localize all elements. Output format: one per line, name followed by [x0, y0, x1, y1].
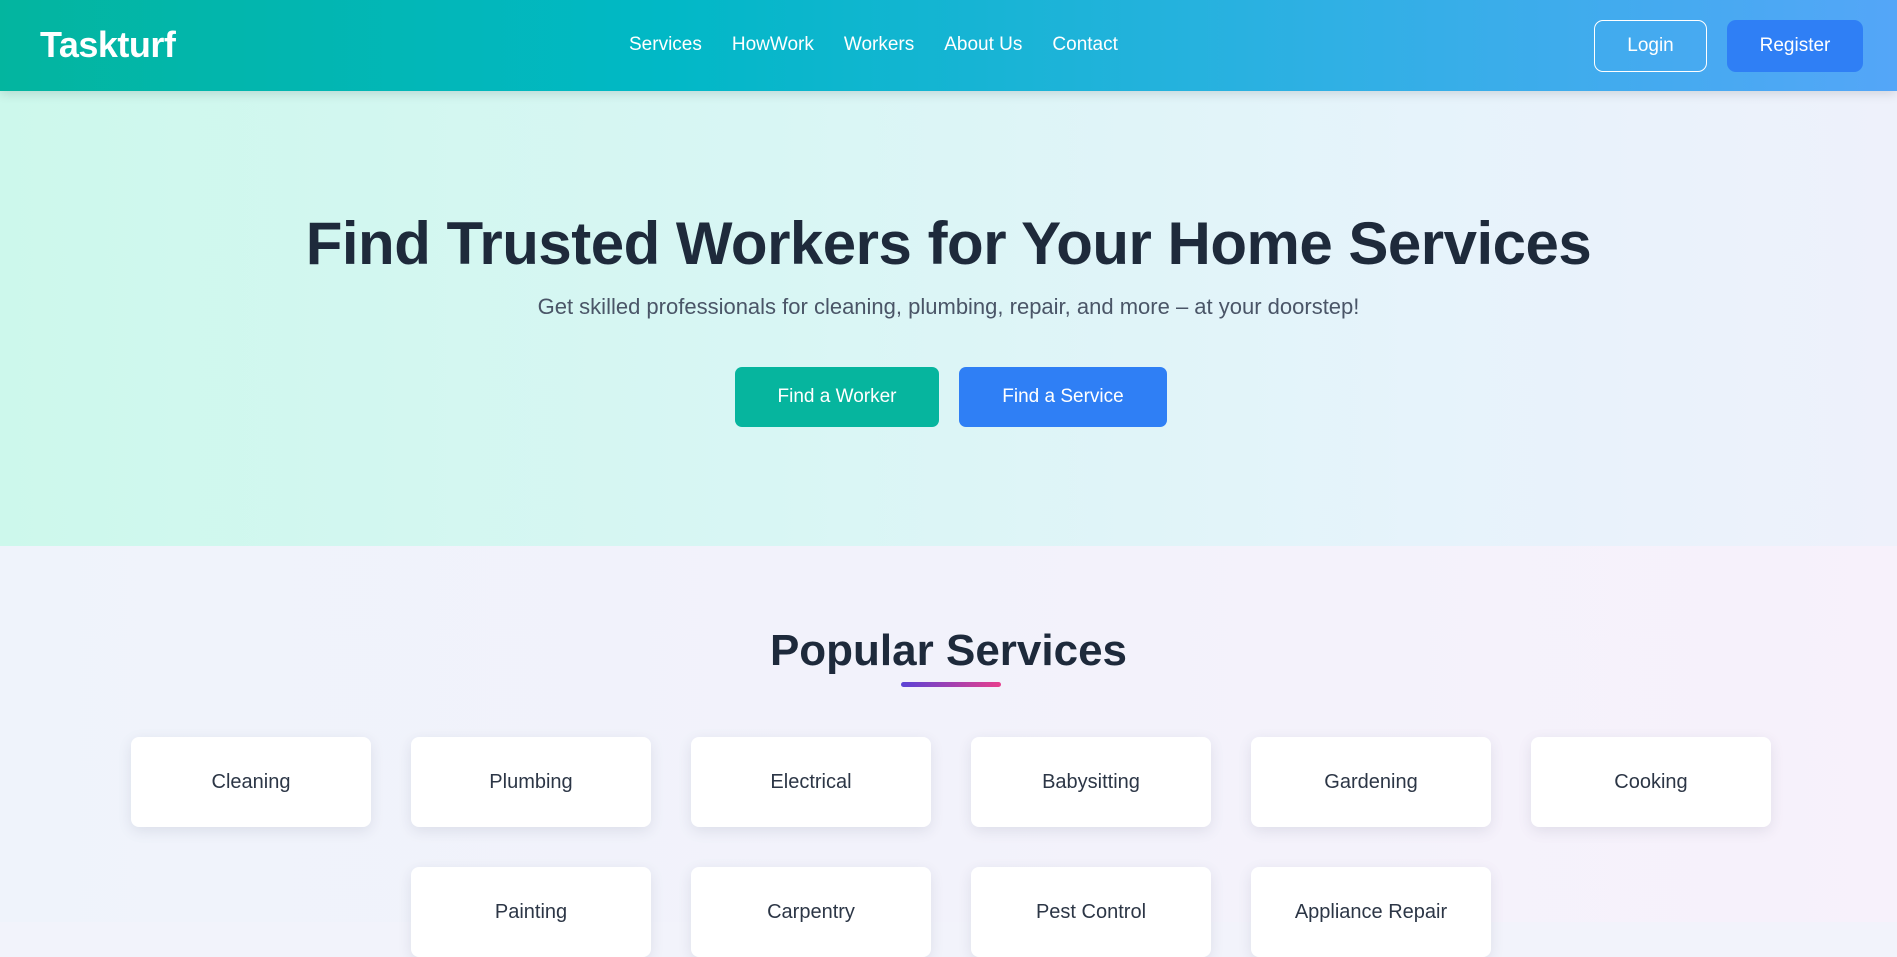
service-card-cooking[interactable]: Cooking	[1531, 737, 1771, 827]
register-button[interactable]: Register	[1727, 20, 1863, 72]
hero-section: Find Trusted Workers for Your Home Servi…	[0, 91, 1897, 546]
nav-link-how-work[interactable]: HowWork	[732, 34, 814, 56]
service-card-appliance-repair[interactable]: Appliance Repair	[1251, 867, 1491, 957]
main-nav: Services HowWork Workers About Us Contac…	[629, 34, 1118, 56]
top-navbar: Taskturf Services HowWork Workers About …	[0, 0, 1897, 91]
service-card-electrical[interactable]: Electrical	[691, 737, 931, 827]
service-card-painting[interactable]: Painting	[411, 867, 651, 957]
find-worker-button[interactable]: Find a Worker	[735, 367, 939, 427]
section-title: Popular Services	[769, 626, 1128, 675]
brand-logo[interactable]: Taskturf	[40, 24, 176, 66]
find-service-button[interactable]: Find a Service	[959, 367, 1167, 427]
service-card-babysitting[interactable]: Babysitting	[971, 737, 1211, 827]
hero-title: Find Trusted Workers for Your Home Servi…	[305, 210, 1592, 277]
service-card-plumbing[interactable]: Plumbing	[411, 737, 651, 827]
nav-link-workers[interactable]: Workers	[844, 34, 914, 56]
popular-services-section: Popular Services Cleaning Plumbing Elect…	[0, 546, 1897, 957]
service-card-gardening[interactable]: Gardening	[1251, 737, 1491, 827]
nav-link-services[interactable]: Services	[629, 34, 702, 56]
hero-subtitle: Get skilled professionals for cleaning, …	[537, 294, 1360, 319]
nav-link-contact[interactable]: Contact	[1052, 34, 1117, 56]
title-underline	[901, 682, 1001, 687]
nav-link-about-us[interactable]: About Us	[944, 34, 1022, 56]
service-card-pest-control[interactable]: Pest Control	[971, 867, 1211, 957]
service-card-carpentry[interactable]: Carpentry	[691, 867, 931, 957]
login-button[interactable]: Login	[1594, 20, 1707, 72]
service-card-cleaning[interactable]: Cleaning	[131, 737, 371, 827]
